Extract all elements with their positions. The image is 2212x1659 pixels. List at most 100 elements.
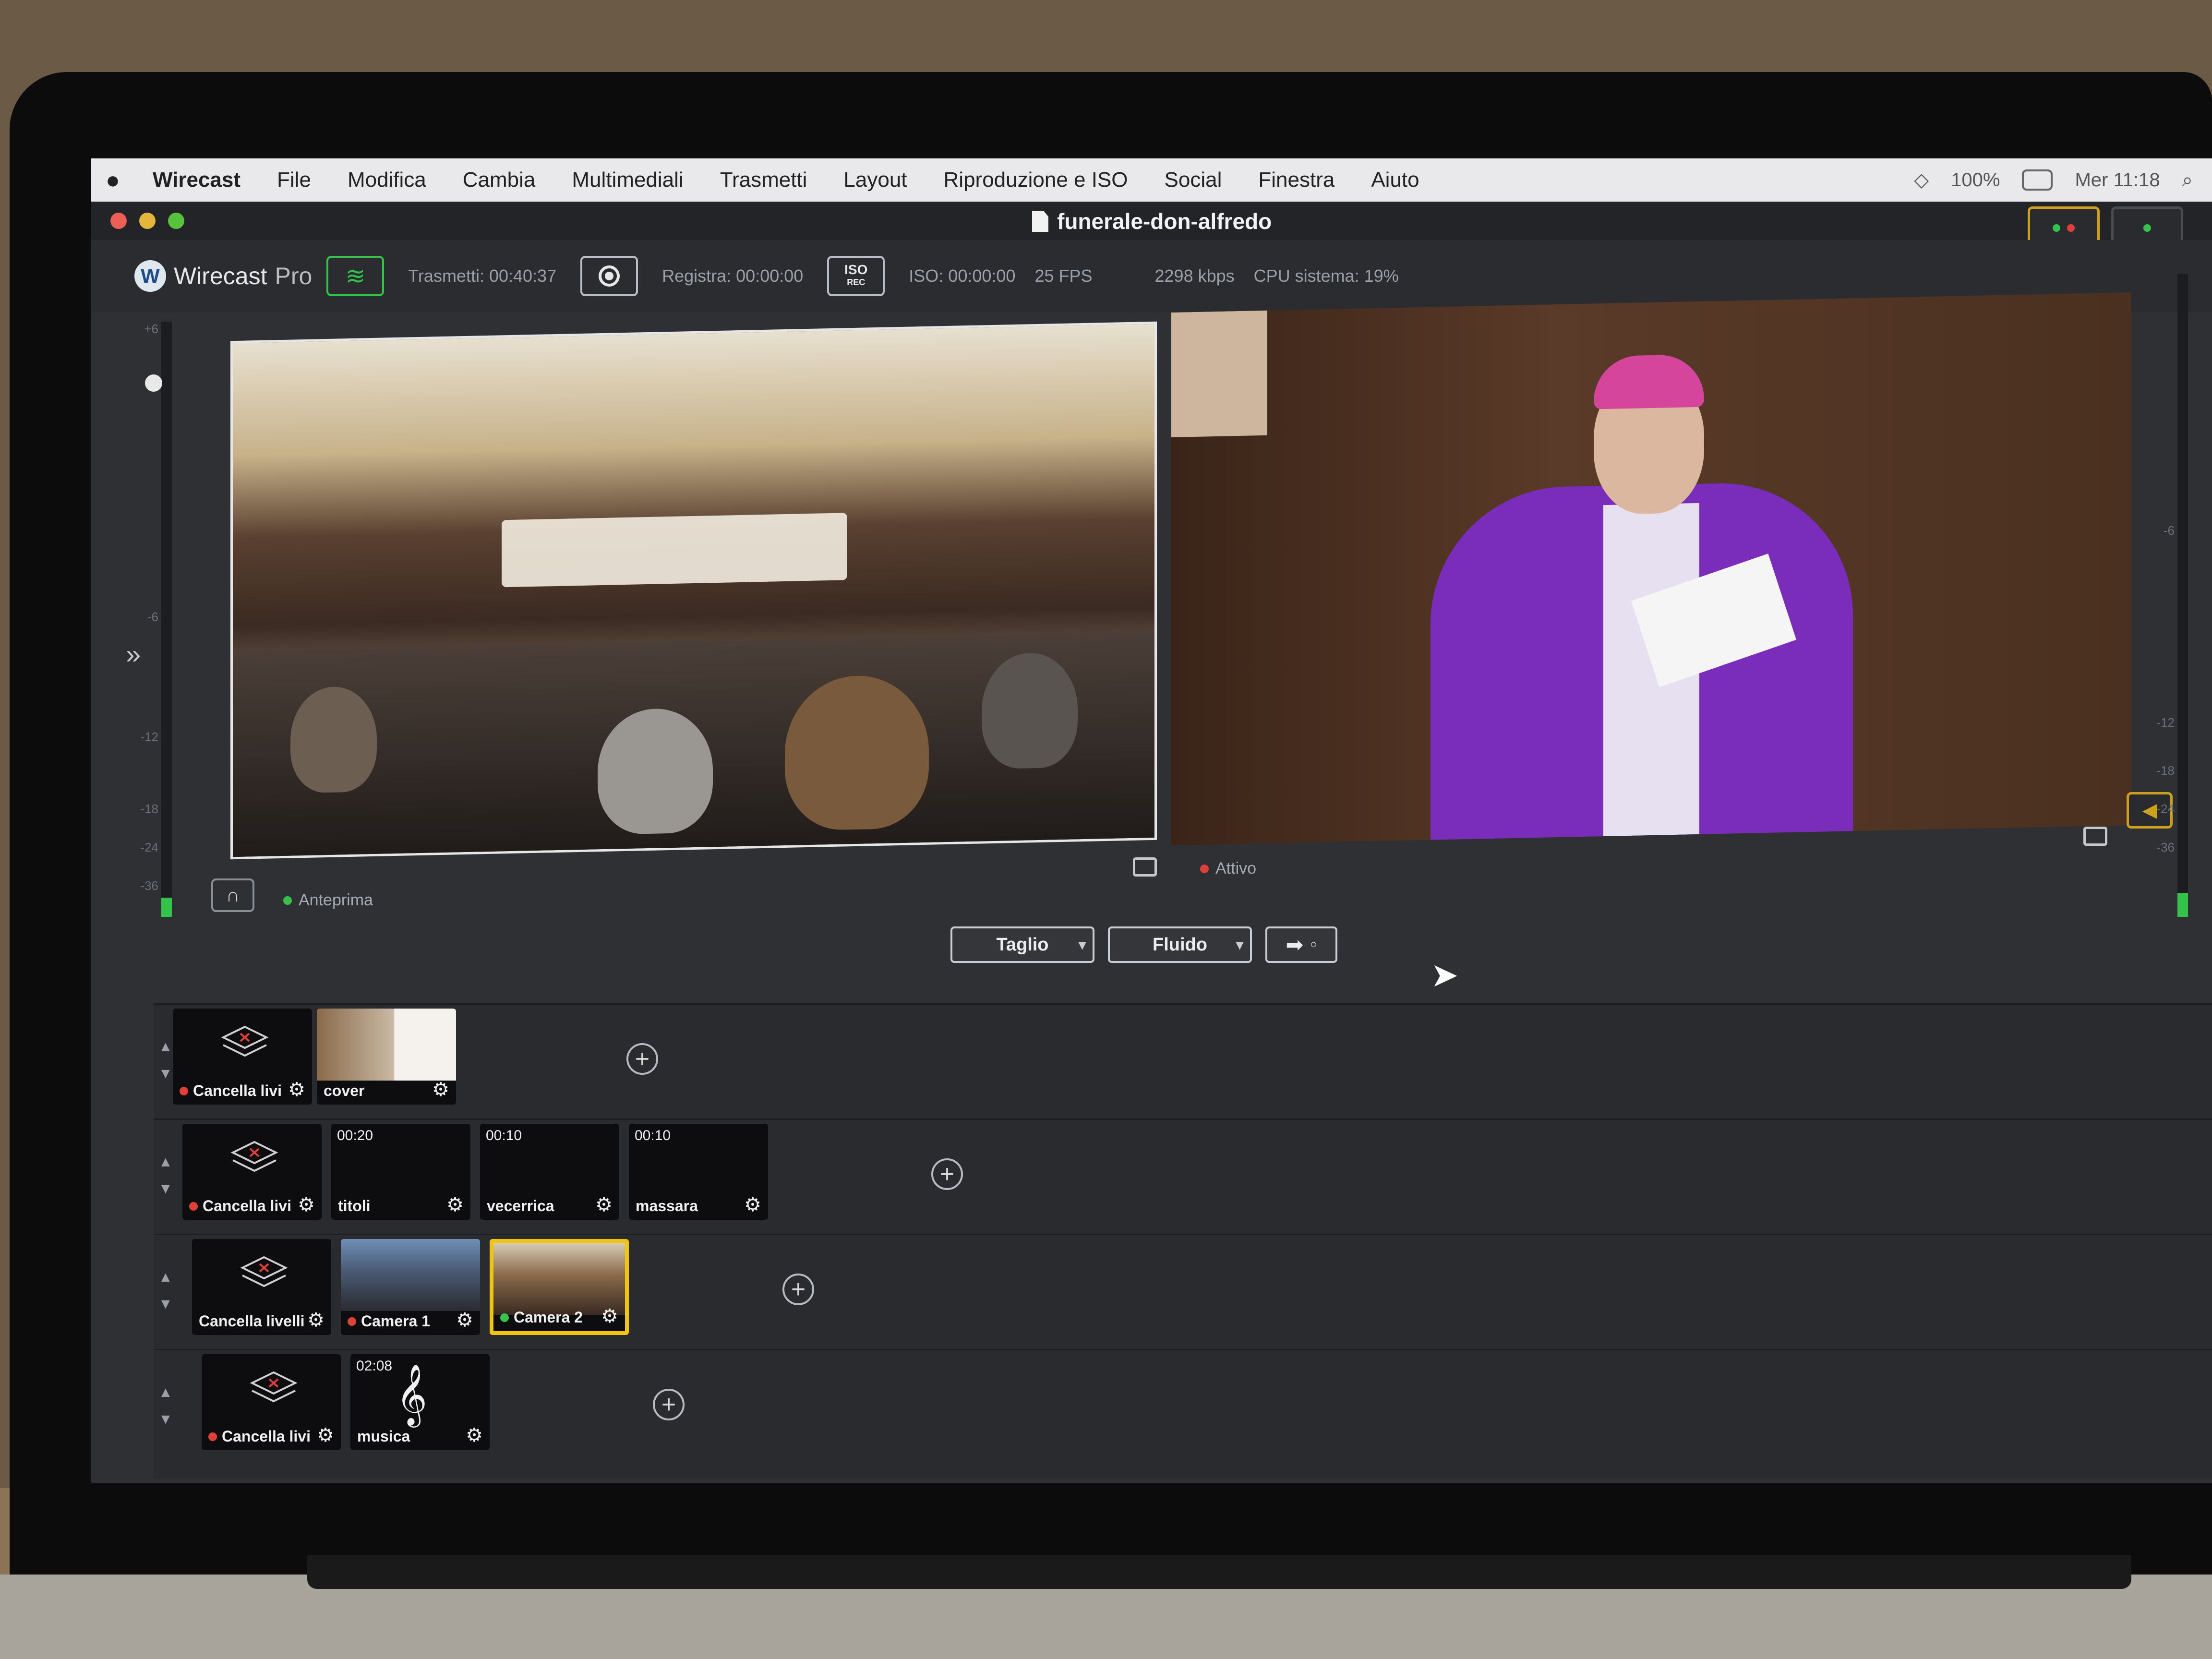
add-shot-button[interactable]: + [931,1158,963,1190]
layer-reorder-arrows[interactable]: ▲ ▼ [158,1379,173,1433]
preview-label-text: Anteprima [299,891,373,909]
menu-cambia[interactable]: Cambia [445,168,554,192]
gear-icon[interactable]: ⚙ [456,1309,473,1331]
layer-row-2: ▲ ▼ Cancella livi ⚙ 00:20 titoli ⚙ 00:10 … [154,1118,2212,1235]
document-name: funerale-don-alfredo [1057,209,1272,234]
record-button[interactable] [580,256,638,296]
shot-massara[interactable]: 00:10 massara ⚙ [629,1124,768,1220]
broadcast-button[interactable]: ≋ [326,256,385,296]
close-window-button[interactable] [110,213,127,229]
clear-layers-icon [240,1256,288,1287]
shot-musica[interactable]: 02:08 𝄞 musica ⚙ [350,1354,490,1450]
menu-finestra[interactable]: Finestra [1240,168,1353,192]
gear-icon[interactable]: ⚙ [298,1194,315,1216]
meter-tick: -6 [2163,523,2175,538]
cover-thumbnail [317,1009,456,1081]
shot-caption-text: Camera 1 [361,1312,431,1330]
shot-caption: titoli [338,1197,371,1215]
gear-icon[interactable]: ⚙ [744,1194,761,1216]
battery-icon[interactable] [2022,169,2053,191]
headphone-monitor-button[interactable]: ∩ [211,878,254,912]
meter-level [2177,893,2188,917]
apple-menu-icon[interactable]: ● [91,166,134,194]
gear-icon[interactable]: ⚙ [432,1079,449,1101]
menu-riproduzione-iso[interactable]: Riproduzione e ISO [926,168,1146,192]
fps-readout: 25 FPS [1034,266,1093,286]
menu-layout[interactable]: Layout [825,168,925,192]
live-status-dot [1200,864,1209,873]
meter-tick: -18 [2156,763,2175,778]
go-transition-button[interactable]: ➡ ○ [1265,926,1337,963]
zoom-window-button[interactable] [168,213,184,229]
shot-status-dot [180,1086,188,1095]
camera-2-thumbnail [493,1243,625,1315]
minimize-window-button[interactable] [139,213,156,229]
shot-camera-2[interactable]: Camera 2 ⚙ [490,1239,629,1335]
shot-caption-text: vecerrica [487,1197,554,1214]
preview-monitor[interactable] [230,321,1157,860]
layer-reorder-arrows[interactable]: ▲ ▼ [158,1149,173,1202]
window-controls [91,213,184,229]
transition-cut-select[interactable]: Taglio [950,926,1094,963]
menu-status-area: ◇ 100% Mer 11:18 ⌕ [1914,169,2212,191]
add-shot-button[interactable]: + [653,1389,685,1420]
shot-clear-layer[interactable]: Cancella livi ⚙ [202,1354,341,1450]
gear-icon[interactable]: ⚙ [317,1424,334,1446]
menu-clock[interactable]: Mer 11:18 [2075,169,2160,191]
add-shot-button[interactable]: + [782,1274,814,1305]
live-display-icon[interactable] [2083,827,2107,846]
iso-record-button[interactable]: ISO REC [827,256,885,296]
gear-icon[interactable]: ⚙ [288,1079,305,1101]
shot-camera-1[interactable]: Camera 1 ⚙ [341,1239,480,1335]
shot-caption-text: Cancella livelli [199,1312,305,1330]
shot-clear-layer[interactable]: Cancella livi ⚙ [173,1009,312,1105]
shot-status-dot [189,1202,198,1211]
preview-label: Anteprima [283,891,373,910]
add-shot-button[interactable]: + [626,1043,658,1075]
menu-aiuto[interactable]: Aiuto [1353,168,1437,192]
transition-smooth-select[interactable]: Fluido [1108,926,1252,963]
status-dot-green [2053,224,2060,232]
wifi-icon[interactable]: ◇ [1914,169,1929,191]
shot-caption-text: Camera 2 [514,1309,583,1326]
gear-icon[interactable]: ⚙ [307,1309,325,1331]
shot-duration: 02:08 [356,1358,393,1374]
gear-icon[interactable]: ⚙ [601,1305,618,1327]
shot-titoli[interactable]: 00:20 titoli ⚙ [331,1124,470,1220]
expand-sidebar-icon[interactable]: » [126,638,141,670]
meter-bar [2177,274,2188,917]
menu-app-name[interactable]: Wirecast [134,168,259,192]
menu-trasmetti[interactable]: Trasmetti [702,168,826,192]
shot-caption: musica [357,1428,410,1445]
shot-clear-layer[interactable]: Cancella livelli ⚙ [192,1239,331,1335]
shot-caption-text: Cancella livi [203,1197,291,1214]
layer-reorder-arrows[interactable]: ▲ ▼ [158,1264,173,1318]
shot-cover[interactable]: cover ⚙ [317,1009,456,1105]
menu-multimediali[interactable]: Multimediali [553,168,701,192]
spotlight-search-icon[interactable]: ⌕ [2182,169,2193,191]
live-output-monitor[interactable] [1171,292,2131,845]
live-image-cap [1594,354,1704,409]
live-label: Attivo [1200,859,1256,878]
volume-slider-knob[interactable] [145,374,162,392]
shot-vecerrica[interactable]: 00:10 vecerrica ⚙ [480,1124,619,1220]
shot-caption-text: cover [324,1082,365,1099]
meter-scale: +6 0 -6 -12 -18 -24 -36 [134,322,158,917]
shot-clear-layer[interactable]: Cancella livi ⚙ [182,1124,322,1220]
master-audio-meter: +6 0 -6 -12 -18 -24 -36 [134,322,173,917]
shot-caption: Cancella livelli [199,1312,305,1330]
shot-caption-text: Cancella livi [222,1428,311,1445]
gear-icon[interactable]: ⚙ [446,1194,464,1216]
clear-layers-icon [230,1141,278,1172]
meter-bar [145,322,172,917]
menu-modifica[interactable]: Modifica [329,168,445,192]
shot-status-dot [208,1432,217,1441]
menu-social[interactable]: Social [1146,168,1240,192]
gear-icon[interactable]: ⚙ [595,1194,613,1216]
layer-reorder-arrows[interactable]: ▲ ▼ [158,1034,173,1087]
gear-icon[interactable]: ⚙ [466,1424,483,1446]
menu-file[interactable]: File [259,168,329,192]
layer-row-1: ▲ ▼ Cancella livi ⚙ cover ⚙ + [154,1003,2212,1120]
preview-display-icon[interactable] [1133,857,1157,877]
meter-tick: -18 [140,802,158,816]
